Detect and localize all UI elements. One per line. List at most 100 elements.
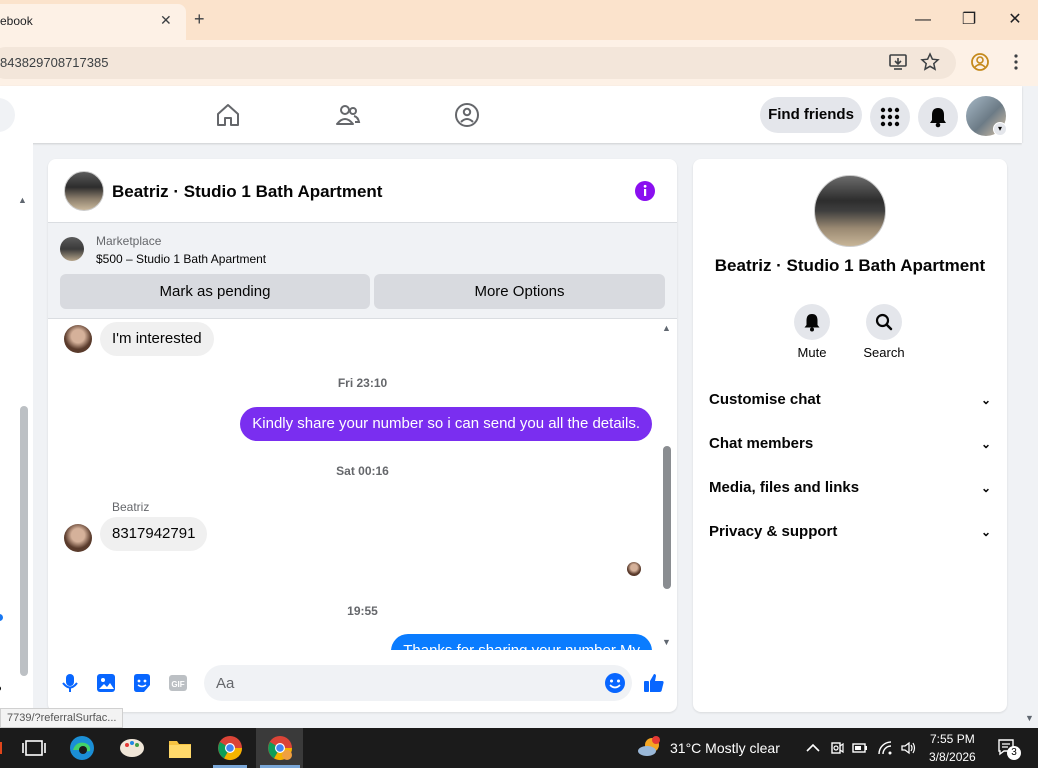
browser-tab-strip: ebook ✕ + — ❐ ✕: [0, 0, 1038, 40]
weather-icon[interactable]: [636, 734, 664, 762]
messages-scrollbar[interactable]: [663, 446, 671, 589]
messages-scroll-up-icon[interactable]: ▲: [662, 323, 671, 333]
close-window-button[interactable]: ✕: [1000, 8, 1030, 32]
friends-icon[interactable]: [335, 102, 361, 128]
paint-icon[interactable]: [118, 734, 146, 762]
conversation-avatar[interactable]: [64, 171, 104, 211]
mute-label: Mute: [797, 345, 827, 360]
sender-avatar[interactable]: [64, 524, 92, 552]
clock-date[interactable]: 3/8/2026: [929, 750, 976, 764]
page-scroll-down-icon[interactable]: ▼: [1025, 713, 1034, 723]
status-url-tooltip: 7739/?referralSurfac...: [0, 708, 124, 728]
listing-thumbnail[interactable]: [60, 237, 84, 261]
browser-tab[interactable]: ebook ✕: [0, 4, 186, 40]
info-icon[interactable]: [634, 180, 656, 202]
tab-close-icon[interactable]: ✕: [160, 12, 172, 29]
minimize-button[interactable]: —: [908, 8, 938, 32]
privacy-support-label: Privacy & support: [709, 523, 838, 540]
weather-text[interactable]: 31°C Mostly clear: [670, 740, 780, 756]
more-options-button[interactable]: More Options: [374, 274, 665, 309]
task-view-icon[interactable]: [20, 734, 48, 762]
thumbs-up-icon[interactable]: [643, 672, 665, 694]
find-friends-button[interactable]: Find friends: [760, 97, 862, 133]
mark-as-pending-button[interactable]: Mark as pending: [60, 274, 370, 309]
message-list[interactable]: I'm interested Fri 23:10 Kindly share yo…: [48, 320, 677, 650]
menu-button[interactable]: [870, 97, 910, 137]
sticker-icon[interactable]: [131, 672, 153, 694]
page-scrollbar-track[interactable]: [1022, 143, 1038, 728]
media-files-label: Media, files and links: [709, 479, 860, 496]
home-icon[interactable]: [215, 102, 241, 128]
windows-taskbar: 31°C Mostly clear 7:55 PM 3/8/2026 3: [0, 728, 1038, 768]
install-app-icon[interactable]: [888, 52, 908, 72]
left-scrollbar[interactable]: [20, 406, 28, 676]
chrome-icon[interactable]: [216, 734, 244, 762]
chat-members-label: Chat members: [709, 435, 814, 452]
facebook-header: Find friends ▾: [0, 86, 1022, 143]
bookmark-star-icon[interactable]: [920, 52, 940, 72]
privacy-support-row[interactable]: Privacy & support ⌄: [709, 514, 991, 550]
meet-icon[interactable]: [829, 740, 845, 756]
address-bar[interactable]: 843829708717385: [0, 47, 956, 79]
message-timestamp: 19:55: [347, 604, 378, 618]
message-bubble-in[interactable]: I'm interested: [100, 322, 214, 356]
notification-count-badge: 3: [1007, 746, 1021, 760]
search-field-stub[interactable]: [0, 98, 15, 132]
notifications-button[interactable]: [918, 97, 958, 137]
wifi-icon[interactable]: [877, 740, 893, 756]
tab-title: ebook: [0, 14, 33, 28]
search-label: Search: [863, 345, 905, 360]
message-composer: GIF: [48, 659, 677, 709]
conversation-panel: Beatriz · Studio 1 Bath Apartment Market…: [48, 159, 677, 712]
profile-icon[interactable]: [970, 52, 990, 72]
clock-time[interactable]: 7:55 PM: [930, 732, 975, 746]
svg-text:GIF: GIF: [171, 680, 184, 689]
address-url: 843829708717385: [0, 55, 109, 70]
message-bubble-out[interactable]: Thanks for sharing your number My: [391, 634, 652, 650]
left-sidebar: [0, 143, 33, 713]
chevron-down-icon: ⌄: [980, 393, 991, 407]
listing-title[interactable]: $500 – Studio 1 Bath Apartment: [96, 252, 266, 266]
browser-menu-icon[interactable]: [1006, 52, 1026, 72]
search-button[interactable]: [866, 304, 902, 340]
chevron-down-icon: ⌄: [980, 437, 991, 451]
details-title[interactable]: Beatriz · Studio 1 Bath Apartment: [693, 256, 1007, 276]
gif-icon[interactable]: GIF: [167, 672, 189, 694]
customise-chat-row[interactable]: Customise chat ⌄: [709, 382, 991, 418]
microphone-icon[interactable]: [59, 672, 81, 694]
chrome-profile-icon[interactable]: [266, 734, 294, 762]
message-sender-name: Beatriz: [112, 500, 150, 514]
seen-indicator-avatar: [627, 562, 641, 576]
conversation-title[interactable]: Beatriz · Studio 1 Bath Apartment: [112, 182, 382, 202]
photo-icon[interactable]: [95, 672, 117, 694]
volume-icon[interactable]: [900, 740, 916, 756]
media-files-row[interactable]: Media, files and links ⌄: [709, 470, 991, 506]
emoji-icon[interactable]: [604, 672, 626, 694]
bell-icon: [804, 314, 820, 332]
restore-button[interactable]: ❐: [954, 8, 984, 32]
start-icon[interactable]: [0, 734, 6, 762]
customise-chat-label: Customise chat: [709, 391, 821, 408]
chevron-down-icon: ⌄: [980, 525, 991, 539]
groups-icon[interactable]: [454, 102, 480, 128]
sender-avatar[interactable]: [64, 325, 92, 353]
browser-toolbar: 843829708717385: [0, 40, 1038, 86]
bell-icon: [930, 108, 946, 128]
file-explorer-icon[interactable]: [166, 734, 194, 762]
edge-icon[interactable]: [68, 734, 96, 762]
details-avatar[interactable]: [814, 175, 886, 247]
chat-members-row[interactable]: Chat members ⌄: [709, 426, 991, 462]
chevron-up-icon[interactable]: [805, 740, 821, 756]
grid-menu-icon: [880, 107, 900, 127]
new-tab-button[interactable]: +: [194, 9, 205, 29]
message-bubble-out[interactable]: Kindly share your number so i can send y…: [240, 407, 652, 441]
message-input[interactable]: [204, 665, 632, 701]
left-scroll-up-icon[interactable]: ▲: [18, 195, 27, 205]
mute-button[interactable]: [794, 304, 830, 340]
account-caret-icon[interactable]: ▾: [993, 122, 1007, 136]
message-bubble-in[interactable]: 8317942791: [100, 517, 208, 551]
battery-icon[interactable]: [852, 740, 868, 756]
messages-scroll-down-icon[interactable]: ▼: [662, 637, 671, 647]
marketplace-banner: Marketplace $500 – Studio 1 Bath Apartme…: [48, 223, 677, 319]
message-timestamp: Sat 00:16: [336, 464, 389, 478]
